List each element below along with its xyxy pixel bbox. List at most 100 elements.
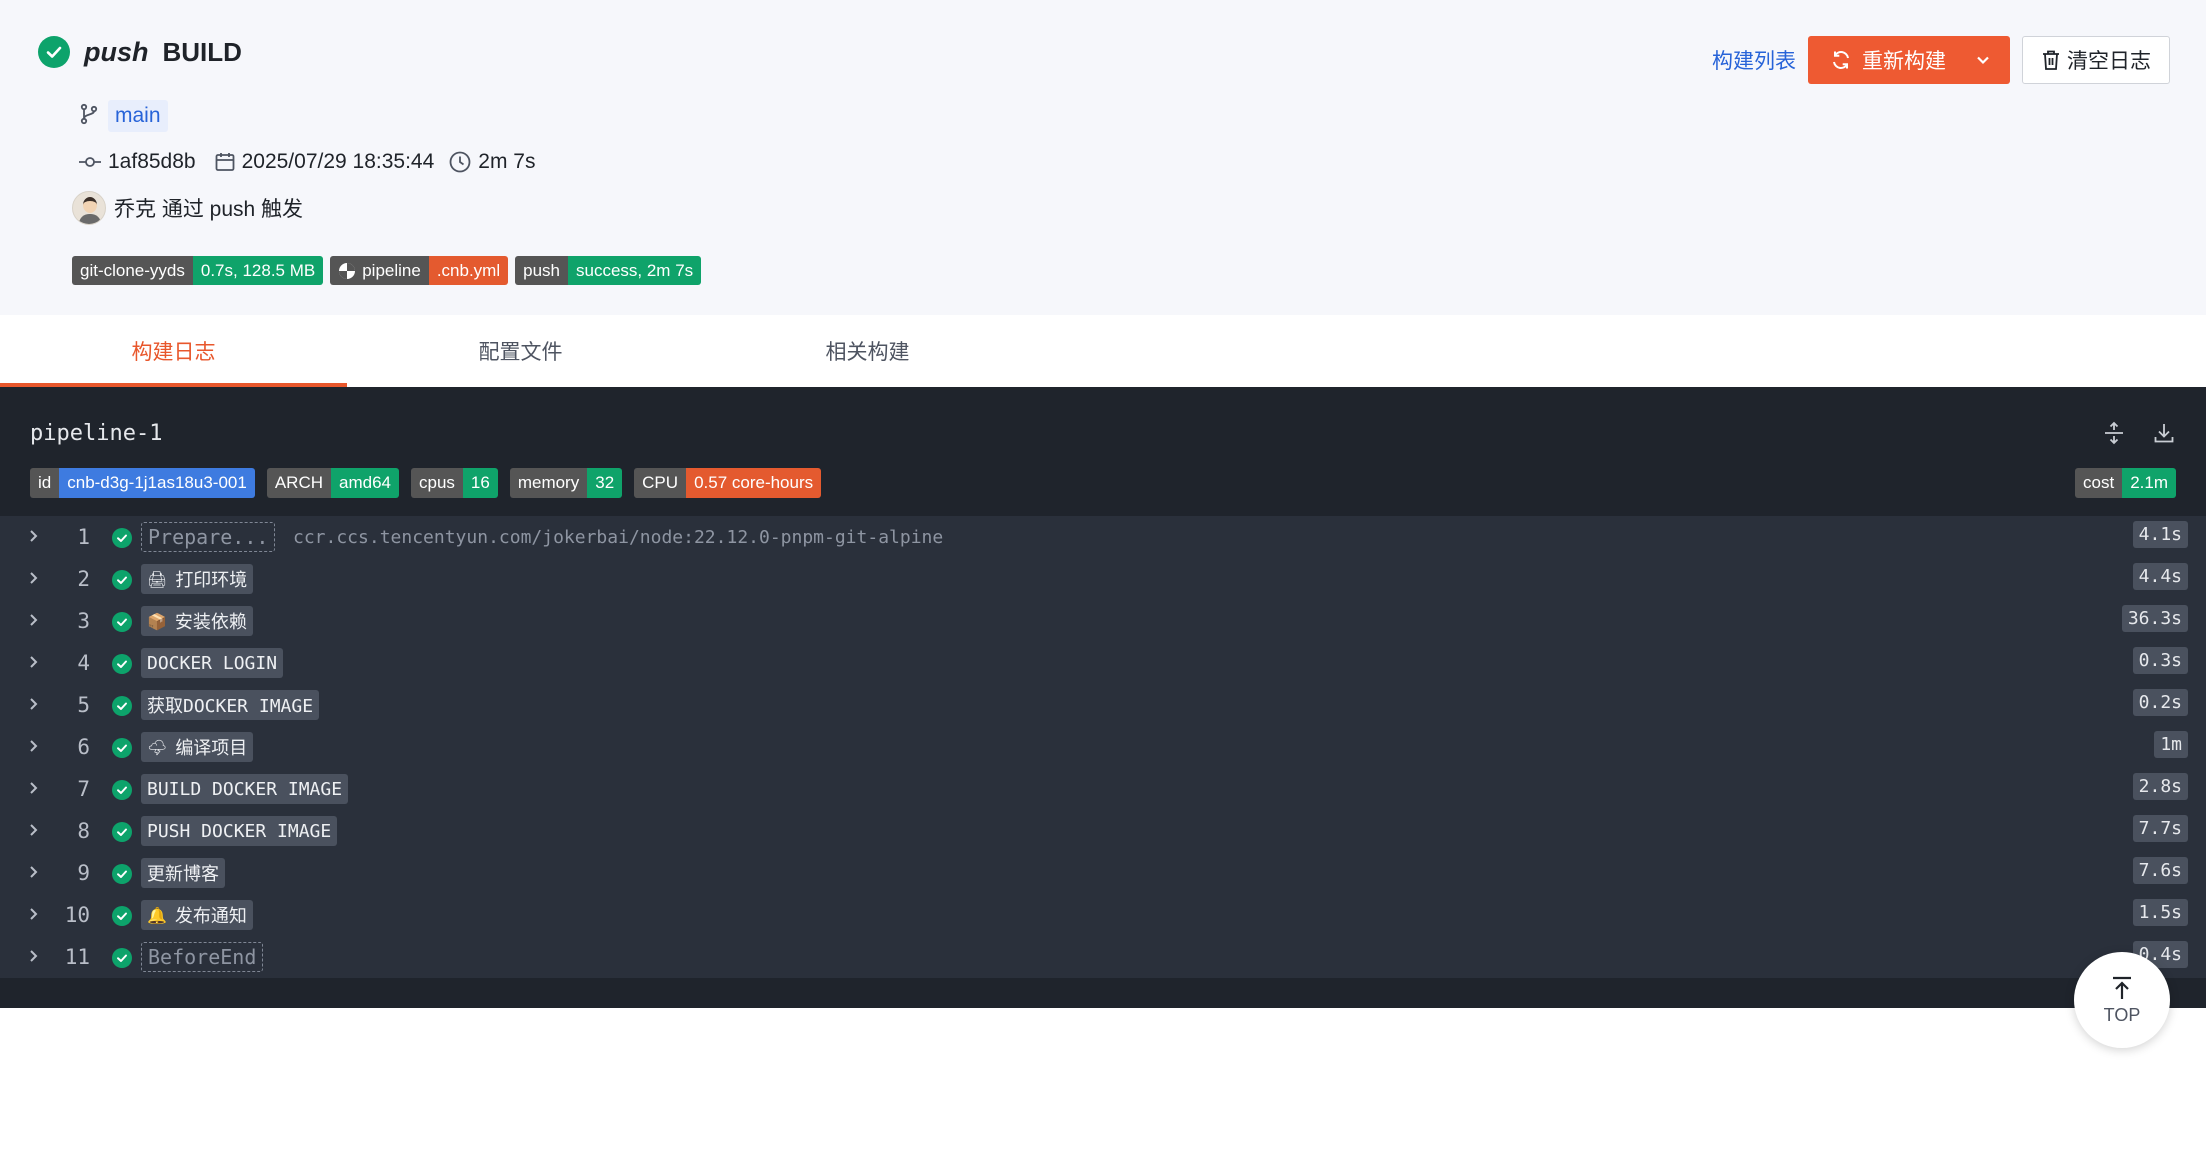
badge-label: CPU	[634, 468, 687, 498]
rebuild-dropdown[interactable]	[1964, 36, 2010, 84]
back-to-top-button[interactable]: TOP	[2074, 952, 2170, 1048]
badge-git-clone[interactable]: git-clone-yyds 0.7s, 128.5 MB	[72, 256, 324, 285]
refresh-icon	[1833, 51, 1849, 69]
step-number: 3	[77, 609, 90, 633]
build-list-link[interactable]: 构建列表	[1712, 45, 1796, 75]
pipeline-name: pipeline-1	[30, 421, 163, 446]
step-row[interactable]: 6 🌩 编译项目 1m	[0, 726, 2206, 768]
event-name: push	[84, 36, 149, 67]
step-name-text: 打印环境	[175, 570, 248, 591]
step-duration: 0.3s	[2132, 647, 2188, 674]
step-row[interactable]: 1 Prepare... ccr.ccs.tencentyun.com/jokerb…	[0, 516, 2206, 558]
step-number: 8	[77, 819, 90, 843]
step-emoji-icon: 📦	[147, 611, 167, 631]
avatar[interactable]	[72, 191, 106, 225]
env-badge-cpus: cpus 16	[410, 468, 498, 498]
badge-label: cpus	[410, 468, 463, 498]
badge-label: memory	[509, 468, 588, 498]
step-duration: 1.5s	[2132, 899, 2188, 926]
badge-label: git-clone-yyds	[72, 256, 193, 285]
step-success-icon	[112, 528, 132, 548]
branch-link[interactable]: main	[108, 100, 168, 132]
step-name[interactable]: BUILD DOCKER IMAGE	[141, 774, 349, 804]
badge-label: push	[515, 256, 568, 285]
step-row[interactable]: 8 PUSH DOCKER IMAGE 7.7s	[0, 810, 2206, 852]
step-name[interactable]: 🌩 编译项目	[141, 732, 254, 762]
chevron-right-icon[interactable]	[28, 528, 40, 549]
env-badge-memory: memory 32	[509, 468, 623, 498]
chevron-right-icon[interactable]	[28, 780, 40, 801]
step-duration: 0.2s	[2132, 689, 2188, 716]
step-row[interactable]: 7 BUILD DOCKER IMAGE 2.8s	[0, 768, 2206, 810]
badge-value: 32	[587, 468, 623, 498]
step-row[interactable]: 2 🖨 打印环境 4.4s	[0, 558, 2206, 600]
step-name[interactable]: PUSH DOCKER IMAGE	[141, 816, 338, 846]
step-success-icon	[112, 570, 132, 590]
badge-value: .cnb.yml	[428, 256, 509, 285]
chevron-right-icon[interactable]	[28, 948, 40, 969]
tab-build-log[interactable]: 构建日志	[0, 315, 347, 387]
chevron-right-icon[interactable]	[28, 612, 40, 633]
clear-log-button[interactable]: 清空日志	[2022, 36, 2170, 84]
step-success-icon	[112, 612, 132, 632]
chevron-right-icon[interactable]	[28, 822, 40, 843]
step-row[interactable]: 5 获取DOCKER IMAGE 0.2s	[0, 684, 2206, 726]
step-number: 6	[77, 735, 90, 759]
tab-config-file[interactable]: 配置文件	[347, 315, 694, 387]
chevron-right-icon[interactable]	[28, 738, 40, 759]
step-duration: 7.6s	[2132, 857, 2188, 884]
step-success-icon	[112, 780, 132, 800]
step-duration: 36.3s	[2121, 605, 2188, 632]
step-duration: 1m	[2154, 731, 2188, 758]
step-emoji-icon: 🌩	[147, 737, 168, 757]
expand-all-icon[interactable]	[2102, 421, 2126, 450]
step-number: 7	[77, 777, 90, 801]
chevron-down-icon	[1977, 56, 1989, 65]
step-number: 5	[77, 693, 90, 717]
download-icon[interactable]	[2152, 421, 2176, 450]
step-name[interactable]: 🔔 发布通知	[141, 900, 253, 930]
step-row[interactable]: 10 🔔 发布通知 1.5s	[0, 894, 2206, 936]
step-list: 1 Prepare... ccr.ccs.tencentyun.com/jokerb…	[0, 516, 2206, 978]
badge-label-wrap: pipeline	[330, 256, 429, 285]
step-name[interactable]: Prepare...	[141, 522, 276, 552]
commit-meta-row: 1af85d8b 2025/07/29 18:35:44 2m 7s	[78, 150, 535, 174]
step-name-text: BeforeEnd	[148, 945, 257, 969]
badge-value: success, 2m 7s	[568, 256, 702, 285]
step-duration: 7.7s	[2132, 815, 2188, 842]
build-title-row: push BUILD	[38, 36, 242, 68]
chevron-right-icon[interactable]	[28, 570, 40, 591]
rebuild-label: 重新构建	[1862, 50, 1946, 73]
chevron-right-icon[interactable]	[28, 696, 40, 717]
badge-value: amd64	[331, 468, 399, 498]
badge-pipeline[interactable]: pipeline .cnb.yml	[330, 256, 509, 285]
step-name[interactable]: 🖨 打印环境	[141, 564, 254, 594]
step-row[interactable]: 11 BeforeEnd 0.4s	[0, 936, 2206, 978]
step-row[interactable]: 4 DOCKER LOGIN 0.3s	[0, 642, 2206, 684]
rebuild-main[interactable]: 重新构建	[1808, 36, 1964, 84]
step-name-text: BUILD DOCKER IMAGE	[147, 778, 343, 800]
step-name[interactable]: 📦 安装依赖	[141, 606, 253, 636]
step-name[interactable]: 更新博客	[141, 858, 225, 888]
commit-hash[interactable]: 1af85d8b	[108, 150, 196, 174]
step-number: 11	[64, 945, 90, 969]
tab-related-builds[interactable]: 相关构建	[694, 315, 1041, 387]
chevron-right-icon[interactable]	[28, 906, 40, 927]
step-name[interactable]: 获取DOCKER IMAGE	[141, 690, 320, 720]
trigger-row: 乔克 通过 push 触发	[72, 191, 303, 225]
rebuild-button[interactable]: 重新构建	[1808, 36, 2010, 84]
step-name[interactable]: BeforeEnd	[141, 942, 264, 972]
badge-push[interactable]: push success, 2m 7s	[515, 256, 702, 285]
git-branch-icon	[78, 103, 100, 130]
chevron-right-icon[interactable]	[28, 864, 40, 885]
step-name[interactable]: DOCKER LOGIN	[141, 648, 284, 678]
runner-env-badges: id cnb-d3g-1j1as18u3-001 ARCH amd64 cpus…	[30, 468, 822, 498]
step-duration: 4.4s	[2132, 563, 2188, 590]
step-row[interactable]: 9 更新博客 7.6s	[0, 852, 2206, 894]
chevron-right-icon[interactable]	[28, 654, 40, 675]
step-name-text: PUSH DOCKER IMAGE	[147, 820, 332, 842]
step-row[interactable]: 3 📦 安装依赖 36.3s	[0, 600, 2206, 642]
step-name-text: 获取DOCKER IMAGE	[147, 696, 314, 717]
step-success-icon	[112, 864, 132, 884]
step-name-text: Prepare...	[148, 525, 269, 549]
